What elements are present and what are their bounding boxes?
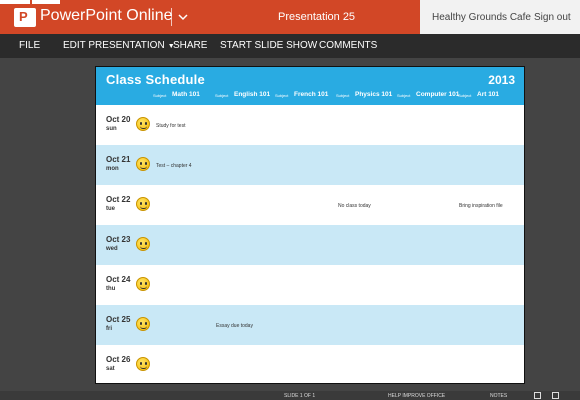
title-bar: P PowerPoint Online Presentation 25 Heal… — [0, 0, 580, 34]
day-date: Oct 25 — [106, 315, 131, 324]
schedule-row: Oct 20 sun Study for test — [96, 105, 524, 145]
menu-edit-label: EDIT PRESENTATION — [63, 40, 165, 51]
smiley-face-icon — [136, 197, 150, 211]
day-weekday: wed — [106, 246, 118, 252]
schedule-row: Oct 25 fri Essay due today — [96, 305, 524, 345]
day-weekday: sat — [106, 366, 115, 372]
slide-title[interactable]: Class Schedule — [106, 72, 205, 87]
presentation-name[interactable]: Presentation 25 — [278, 11, 355, 23]
smiley-face-icon — [136, 277, 150, 291]
menu-share[interactable]: SHARE — [173, 40, 207, 51]
normal-view-icon[interactable] — [534, 392, 541, 399]
menu-edit-presentation[interactable]: EDIT PRESENTATION ▼ — [63, 40, 175, 51]
schedule-note: Study for test — [156, 123, 186, 129]
subject-label: Subject — [215, 93, 229, 98]
title-separator — [171, 8, 172, 26]
day-date: Oct 21 — [106, 155, 131, 164]
day-weekday: thu — [106, 286, 116, 292]
smiley-face-icon — [136, 357, 150, 371]
day-weekday: fri — [106, 326, 112, 332]
help-improve-link[interactable]: HELP IMPROVE OFFICE — [388, 393, 445, 399]
schedule-row: Oct 22 tue No class today Bring inspirat… — [96, 185, 524, 225]
subject-label: Subject — [275, 93, 289, 98]
reading-view-icon[interactable] — [552, 392, 559, 399]
slide-year[interactable]: 2013 — [488, 73, 515, 87]
smiley-face-icon — [136, 317, 150, 331]
signout-link[interactable]: Sign out — [534, 12, 571, 23]
subject-label: Subject — [397, 93, 411, 98]
smiley-face-icon — [136, 237, 150, 251]
schedule-note: Test – chapter 4 — [156, 163, 192, 169]
user-area: Healthy Grounds Cafe Sign out — [420, 0, 580, 34]
schedule-row: Oct 26 sat — [96, 345, 524, 385]
subject-label: Subject — [458, 93, 472, 98]
subject-header: Physics 101 — [355, 91, 393, 98]
slide-header: Class Schedule 2013 Subject Math 101 Sub… — [96, 67, 524, 105]
user-name[interactable]: Healthy Grounds Cafe — [432, 12, 531, 23]
day-date: Oct 22 — [106, 195, 131, 204]
day-weekday: mon — [106, 166, 119, 172]
day-weekday: sun — [106, 126, 117, 132]
subject-header: Math 101 — [172, 91, 200, 98]
menu-file[interactable]: FILE — [19, 40, 40, 51]
subject-header: French 101 — [294, 91, 329, 98]
subject-header: Computer 101 — [416, 91, 460, 98]
day-date: Oct 20 — [106, 115, 131, 124]
powerpoint-logo-icon[interactable]: P — [14, 8, 36, 27]
schedule-row: Oct 24 thu — [96, 265, 524, 305]
menu-start-slide-show[interactable]: START SLIDE SHOW — [220, 40, 317, 51]
schedule-note: No class today — [338, 203, 371, 209]
smiley-face-icon — [136, 157, 150, 171]
subject-header: English 101 — [234, 91, 271, 98]
slide-canvas[interactable]: Class Schedule 2013 Subject Math 101 Sub… — [95, 66, 525, 384]
day-weekday: tue — [106, 206, 115, 212]
chevron-down-icon[interactable] — [177, 11, 189, 23]
day-date: Oct 26 — [106, 355, 131, 364]
schedule-note: Bring inspiration file — [459, 203, 503, 209]
app-title[interactable]: PowerPoint Online — [40, 7, 173, 25]
subject-header: Art 101 — [477, 91, 500, 98]
notes-button[interactable]: NOTES — [490, 393, 507, 399]
status-bar: SLIDE 1 OF 1 HELP IMPROVE OFFICE NOTES — [0, 391, 580, 400]
slide-indicator: SLIDE 1 OF 1 — [284, 393, 316, 399]
schedule-row: Oct 23 wed — [96, 225, 524, 265]
browser-strip — [0, 0, 60, 4]
ribbon-menu: FILE EDIT PRESENTATION ▼ SHARE START SLID… — [0, 34, 580, 58]
menu-comments[interactable]: COMMENTS — [319, 40, 377, 51]
day-date: Oct 23 — [106, 235, 131, 244]
subject-label: Subject — [153, 93, 167, 98]
day-date: Oct 24 — [106, 275, 131, 284]
smiley-face-icon — [136, 117, 150, 131]
subject-label: Subject — [336, 93, 350, 98]
schedule-row: Oct 21 mon Test – chapter 4 — [96, 145, 524, 185]
schedule-note: Essay due today — [216, 323, 253, 329]
